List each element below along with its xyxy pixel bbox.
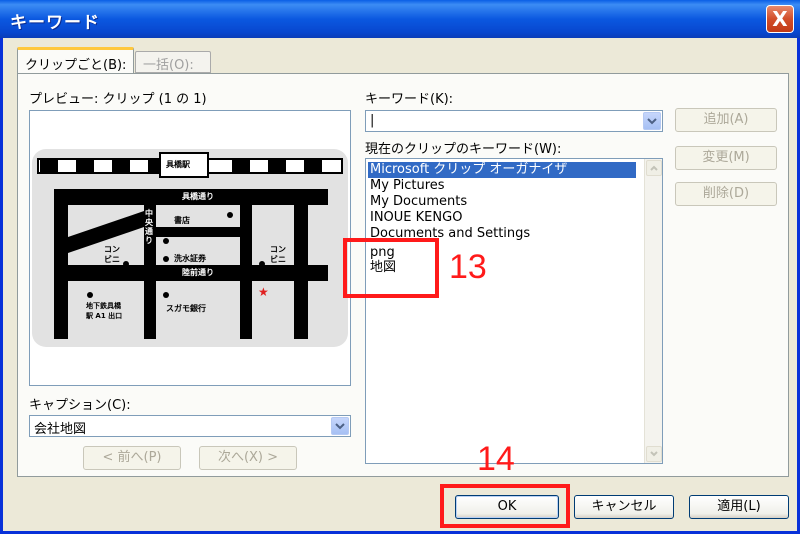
map-label-bookstore: 書店: [174, 216, 190, 225]
map-label-building: 洗水証券: [174, 254, 206, 263]
next-button[interactable]: 次へ(X) >: [199, 446, 297, 470]
keyword-dialog: キーワード X クリップごと(B): 一括(O): プレビュー: クリップ (1…: [0, 0, 800, 534]
list-item[interactable]: Microsoft クリップ オーガナイザ: [368, 162, 636, 178]
prev-button[interactable]: < 前へ(P): [83, 446, 181, 470]
add-button[interactable]: 追加(A): [675, 108, 777, 132]
window-title: キーワード: [10, 13, 100, 33]
keyword-label: キーワード(K):: [365, 92, 454, 107]
map-label-bank: スガモ銀行: [166, 304, 206, 313]
annotation-box-14: [440, 484, 570, 528]
caption-combobox[interactable]: 会社地図: [29, 415, 351, 437]
annotation-box-13: [343, 238, 439, 298]
keyword-input[interactable]: |: [370, 113, 374, 128]
map-label-avenue: 中央通り: [145, 209, 153, 245]
chevron-down-icon[interactable]: [643, 112, 661, 130]
apply-button[interactable]: 適用(L): [689, 495, 789, 519]
map-label-street-top: 具橋通り: [182, 192, 214, 201]
list-item[interactable]: My Pictures: [370, 178, 445, 194]
title-bar[interactable]: キーワード X: [0, 0, 800, 38]
map-label-station: 具橋駅: [166, 160, 190, 169]
map-label-street-mid: 陸前通り: [182, 268, 214, 277]
current-keywords-list[interactable]: Microsoft クリップ オーガナイザ My Pictures My Doc…: [365, 158, 663, 464]
caption-label: キャプション(C):: [29, 398, 131, 413]
chevron-down-icon[interactable]: [331, 417, 349, 435]
map-label-conv-right: コン ビニ: [270, 245, 286, 264]
list-scrollbar[interactable]: [644, 159, 662, 463]
map-image: 具橋駅 具橋通り 陸前通り 中央通り 書店 洗水証券 コン ビニ コン ビニ 地…: [32, 149, 348, 347]
annotation-number-13: 13: [449, 248, 487, 286]
caption-value: 会社地図: [34, 422, 87, 437]
list-item[interactable]: INOUE KENGO: [370, 210, 462, 226]
keyword-combobox[interactable]: |: [365, 110, 663, 132]
scroll-up-icon[interactable]: [646, 160, 662, 176]
list-item[interactable]: My Documents: [370, 194, 467, 210]
map-label-subway: 地下鉄具橋 駅 A1 出口: [86, 302, 123, 320]
close-button[interactable]: X: [766, 5, 794, 33]
star-icon: ★: [258, 285, 269, 299]
map-label-conv-left: コン ビニ: [104, 245, 120, 264]
tab-batch[interactable]: 一括(O):: [135, 51, 211, 73]
delete-button[interactable]: 削除(D): [675, 182, 777, 206]
current-keywords-label: 現在のクリップのキーワード(W):: [365, 142, 562, 157]
preview-label: プレビュー: クリップ (1 の 1): [29, 92, 207, 107]
tab-per-clip[interactable]: クリップごと(B):: [17, 47, 134, 73]
annotation-number-14: 14: [477, 440, 515, 478]
scroll-down-icon[interactable]: [646, 446, 662, 462]
map-drawing: [37, 152, 343, 339]
close-icon: X: [772, 7, 788, 31]
cancel-button[interactable]: キャンセル: [574, 495, 674, 519]
change-button[interactable]: 変更(M): [675, 146, 777, 170]
preview-pane: 具橋駅 具橋通り 陸前通り 中央通り 書店 洗水証券 コン ビニ コン ビニ 地…: [29, 110, 351, 386]
